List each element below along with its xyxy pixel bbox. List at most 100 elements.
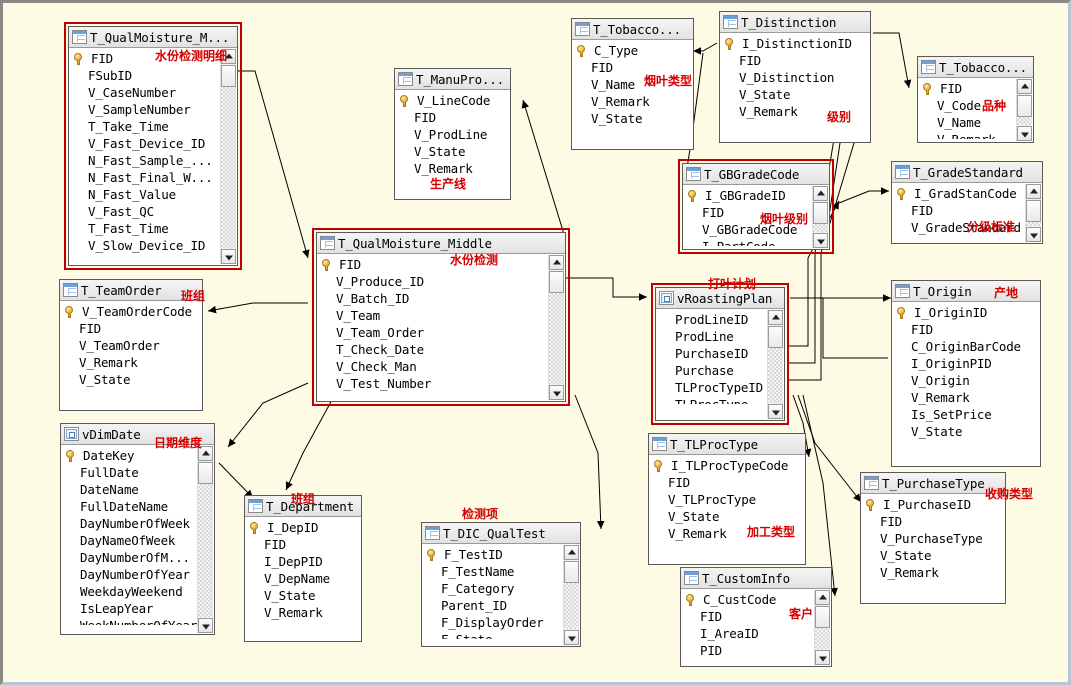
vertical-scrollbar[interactable] xyxy=(220,49,236,264)
scroll-thumb[interactable] xyxy=(198,462,213,484)
column-row[interactable]: FSubID xyxy=(69,67,237,84)
column-row[interactable]: V_Remark xyxy=(892,389,1040,406)
scroll-track[interactable] xyxy=(813,224,828,232)
column-row[interactable]: V_State xyxy=(60,371,202,388)
column-row[interactable]: V_CaseNumber xyxy=(69,84,237,101)
column-row[interactable]: C_CustCode xyxy=(681,591,831,608)
scroll-thumb[interactable] xyxy=(549,271,564,293)
column-row[interactable]: I_DepID xyxy=(245,519,361,536)
column-row[interactable]: N_Fast_Value xyxy=(69,186,237,203)
column-row[interactable]: I_DepPID xyxy=(245,553,361,570)
column-row[interactable]: FID xyxy=(720,52,870,69)
column-row[interactable]: FullDateName xyxy=(61,498,214,515)
table-titlebar[interactable]: T_Tobacco... xyxy=(572,19,693,40)
scroll-track[interactable] xyxy=(198,484,213,617)
column-row[interactable]: FullDate xyxy=(61,464,214,481)
column-row[interactable]: TLProcType xyxy=(656,396,784,404)
scroll-thumb[interactable] xyxy=(1026,200,1041,222)
column-row[interactable]: FID xyxy=(317,256,565,273)
table-titlebar[interactable]: T_QualMoisture_M... xyxy=(69,27,237,48)
column-row[interactable]: V_State xyxy=(395,143,510,160)
column-row[interactable]: V_State xyxy=(245,587,361,604)
view-node-dimdate[interactable]: vDimDate DateKey FullDate DateName FullD… xyxy=(60,423,215,635)
scroll-up-arrow[interactable] xyxy=(549,255,564,270)
column-row[interactable]: C_OriginBarCode xyxy=(892,338,1040,355)
column-row[interactable]: DateName xyxy=(61,481,214,498)
column-row[interactable]: FID xyxy=(395,109,510,126)
scroll-track[interactable] xyxy=(549,293,564,384)
column-row[interactable]: V_State xyxy=(861,547,1005,564)
column-row[interactable]: I_TLProcTypeCode xyxy=(649,457,805,474)
scroll-track[interactable] xyxy=(815,628,830,649)
column-row[interactable]: Is_SetPrice xyxy=(892,406,1040,423)
column-row[interactable]: N_Fast_Sample_... xyxy=(69,152,237,169)
view-titlebar[interactable]: vRoastingPlan xyxy=(656,288,784,309)
column-row[interactable]: FID xyxy=(892,321,1040,338)
column-row[interactable]: I_GBGradeID xyxy=(683,187,829,204)
table-node-tlproctype[interactable]: T_TLProcType I_TLProcTypeCode FID V_TLPr… xyxy=(648,433,806,565)
scroll-thumb[interactable] xyxy=(1017,95,1032,117)
column-row[interactable]: V_State xyxy=(720,86,870,103)
scroll-up-arrow[interactable] xyxy=(768,310,783,325)
column-row[interactable]: WeekNumberOfYear xyxy=(61,617,214,625)
column-row[interactable]: FID xyxy=(892,202,1042,219)
table-titlebar[interactable]: T_DIC_QualTest xyxy=(422,523,580,544)
scroll-down-arrow[interactable] xyxy=(1017,126,1032,141)
column-row[interactable]: V_Slow_Device_ID xyxy=(69,237,237,254)
column-row[interactable]: Parent_ID xyxy=(422,597,580,614)
scroll-down-arrow[interactable] xyxy=(549,385,564,400)
column-row[interactable]: V_Team xyxy=(317,307,565,324)
column-row[interactable]: V_Remark xyxy=(572,93,693,110)
column-row[interactable]: ProdLineID xyxy=(656,311,784,328)
table-titlebar[interactable]: T_CustomInfo xyxy=(681,568,831,589)
table-node-qualmoisture-middle[interactable]: T_QualMoisture_Middle FID V_Produce_ID V… xyxy=(312,228,570,406)
scroll-up-arrow[interactable] xyxy=(1026,184,1041,199)
column-row[interactable]: T_Take_Time xyxy=(69,118,237,135)
column-row[interactable]: V_Test_Number xyxy=(317,375,565,392)
column-row[interactable]: V_SampleNumber xyxy=(69,101,237,118)
scroll-down-arrow[interactable] xyxy=(221,249,236,264)
scroll-down-arrow[interactable] xyxy=(198,618,213,633)
table-node-department[interactable]: T_Department I_DepID FID I_DepPID V_DepN… xyxy=(244,495,362,642)
column-row[interactable]: V_Remark xyxy=(395,160,510,177)
scroll-up-arrow[interactable] xyxy=(1017,79,1032,94)
table-node-tobacco-variety[interactable]: T_Tobacco... FID V_Code V_Name V_Remark xyxy=(917,56,1034,143)
scroll-down-arrow[interactable] xyxy=(768,404,783,419)
column-row[interactable]: ProdLine xyxy=(656,328,784,345)
table-titlebar[interactable]: T_GradeStandard xyxy=(892,162,1042,183)
vertical-scrollbar[interactable] xyxy=(1016,79,1032,141)
column-row[interactable]: V_ProdLine xyxy=(395,126,510,143)
column-row[interactable]: V_Fast_QC xyxy=(69,203,237,220)
column-row[interactable]: FID xyxy=(861,513,1005,530)
column-row[interactable]: V_State xyxy=(892,423,1040,440)
vertical-scrollbar[interactable] xyxy=(1025,184,1041,242)
column-row[interactable]: V_TLProcType xyxy=(649,491,805,508)
column-row[interactable]: V_Team_Order xyxy=(317,324,565,341)
scroll-down-arrow[interactable] xyxy=(813,233,828,248)
scroll-thumb[interactable] xyxy=(815,606,830,628)
column-row[interactable]: V_Distinction xyxy=(720,69,870,86)
column-row[interactable]: FID xyxy=(649,474,805,491)
column-row[interactable]: FID xyxy=(245,536,361,553)
scroll-down-arrow[interactable] xyxy=(564,630,579,645)
column-row[interactable]: V_Check_Man xyxy=(317,358,565,375)
column-row[interactable]: I_PartCode xyxy=(683,238,829,246)
scroll-down-arrow[interactable] xyxy=(1026,227,1041,242)
column-row[interactable]: V_Fast_Device_ID xyxy=(69,135,237,152)
column-row[interactable]: T_Check_Date xyxy=(317,341,565,358)
table-titlebar[interactable]: T_PurchaseType xyxy=(861,473,1005,494)
scroll-track[interactable] xyxy=(1017,117,1032,125)
column-row[interactable]: WeekdayWeekend xyxy=(61,583,214,600)
table-titlebar[interactable]: T_GBGradeCode xyxy=(683,164,829,185)
vertical-scrollbar[interactable] xyxy=(767,310,783,419)
column-row[interactable]: F_TestID xyxy=(422,546,580,563)
view-node-roastingplan[interactable]: vRoastingPlan ProdLineID ProdLine Purcha… xyxy=(651,283,789,425)
column-row[interactable]: Purchase xyxy=(656,362,784,379)
column-row[interactable]: V_PurchaseType xyxy=(861,530,1005,547)
column-row[interactable]: V_Batch_ID xyxy=(317,290,565,307)
vertical-scrollbar[interactable] xyxy=(814,590,830,665)
table-node-origin[interactable]: T_Origin I_OriginID FID C_OriginBarCode … xyxy=(891,280,1041,467)
column-row[interactable]: F_Category xyxy=(422,580,580,597)
column-row[interactable]: DayNameOfWeek xyxy=(61,532,214,549)
column-row[interactable]: V_Produce_ID xyxy=(317,273,565,290)
